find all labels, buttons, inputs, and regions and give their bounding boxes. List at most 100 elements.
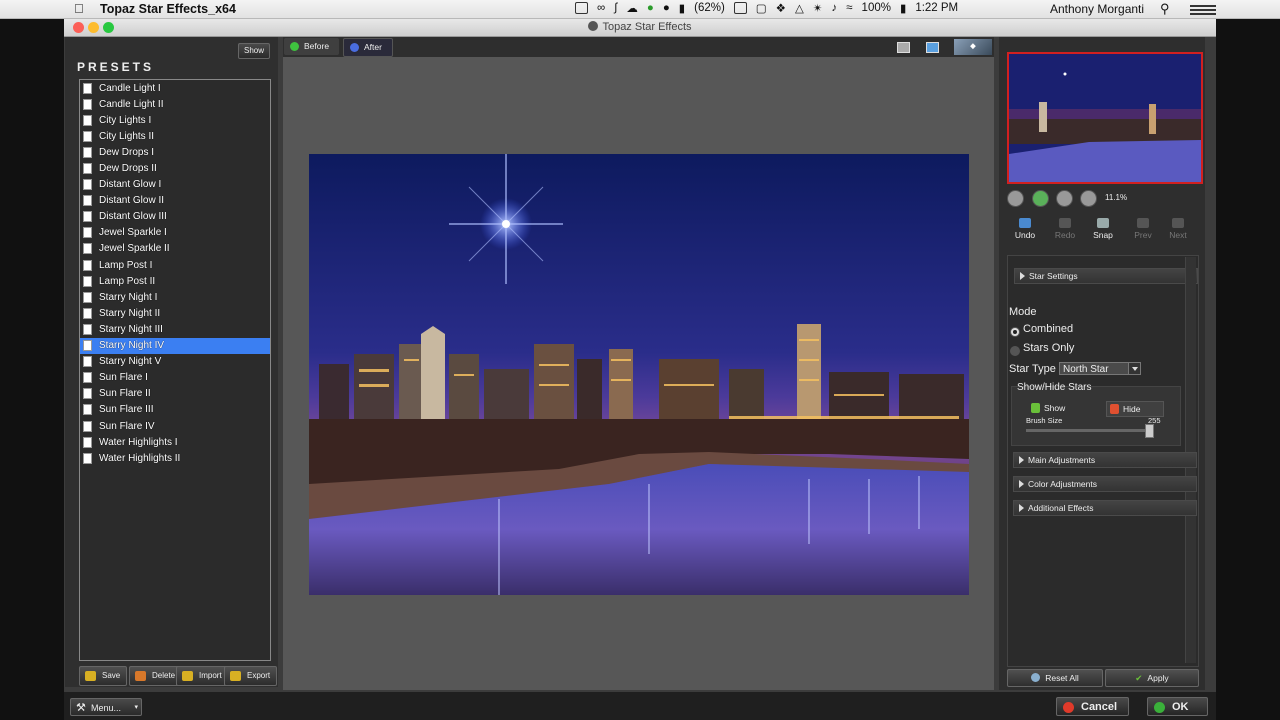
battery-charging-icon[interactable]: ▮ <box>900 1 906 15</box>
ok-button[interactable]: OK <box>1147 697 1208 716</box>
color-adjustments-header[interactable]: Color Adjustments <box>1013 476 1197 492</box>
volume-icon[interactable]: ♪ <box>831 2 837 14</box>
facetime-icon[interactable] <box>575 2 588 14</box>
preset-item[interactable]: Jewel Sparkle I <box>80 225 270 241</box>
preset-item[interactable]: Starry Night I <box>80 289 270 305</box>
growl-icon[interactable]: ● <box>663 2 670 14</box>
redo-button[interactable]: Redo <box>1049 218 1081 240</box>
menu-button[interactable]: ⚒ Menu... ▾ <box>70 698 142 716</box>
preset-item[interactable]: Water Highlights II <box>80 450 270 466</box>
save-preset-button[interactable]: Save <box>79 666 128 686</box>
preset-item[interactable]: City Lights II <box>80 128 270 144</box>
preset-item[interactable]: Starry Night III <box>80 321 270 337</box>
undo-icon <box>1019 218 1031 228</box>
mode-combined-radio[interactable] <box>1010 327 1020 337</box>
screenshot-icon[interactable]: ▢ <box>756 1 767 15</box>
preset-item[interactable]: Distant Glow I <box>80 177 270 193</box>
preset-item[interactable]: Sun Flare II <box>80 386 270 402</box>
show-presets-button[interactable]: Show <box>238 43 270 59</box>
tab-before[interactable]: Before <box>284 38 340 55</box>
vector-icon[interactable]: ∫ <box>614 2 617 14</box>
main-adjustments-header[interactable]: Main Adjustments <box>1013 452 1197 468</box>
show-hide-stars-label: Show/Hide Stars <box>1017 382 1092 393</box>
prev-button[interactable]: Prev <box>1127 218 1159 240</box>
single-view-icon[interactable] <box>897 42 910 53</box>
tab-after[interactable]: After <box>343 38 393 57</box>
bluetooth-icon[interactable]: ✴ <box>813 1 823 15</box>
zoom-fit-icon[interactable] <box>1056 190 1073 207</box>
preview-image[interactable] <box>309 154 969 595</box>
snap-icon <box>1097 218 1109 228</box>
additional-effects-label: Additional Effects <box>1028 503 1094 513</box>
preset-item[interactable]: Sun Flare IV <box>80 418 270 434</box>
reset-all-button[interactable]: Reset All <box>1007 669 1103 687</box>
preset-item[interactable]: Candle Light I <box>80 80 270 96</box>
document-icon <box>83 388 92 400</box>
wifi-icon[interactable]: ≈ <box>846 2 852 14</box>
zoom-in-icon[interactable] <box>1032 190 1049 207</box>
cancel-button[interactable]: Cancel <box>1056 697 1129 716</box>
split-view-icon[interactable] <box>926 42 939 53</box>
preset-list[interactable]: Candle Light I Candle Light II City Lights… <box>79 79 271 661</box>
zoom-actual-icon[interactable] <box>1080 190 1097 207</box>
preset-item[interactable]: Sun Flare III <box>80 402 270 418</box>
snap-button[interactable]: Snap <box>1087 218 1119 240</box>
brush-size-slider[interactable] <box>1026 424 1154 438</box>
clock[interactable]: 1:22 PM <box>915 2 958 14</box>
star-settings-header[interactable]: Star Settings <box>1014 268 1198 284</box>
next-button[interactable]: Next <box>1162 218 1194 240</box>
preset-item[interactable]: Dew Drops I <box>80 144 270 160</box>
chevron-down-icon <box>1128 363 1140 374</box>
star-type-select[interactable]: North Star <box>1059 362 1141 375</box>
creative-cloud-icon[interactable]: ∞ <box>597 2 605 14</box>
after-dot-icon <box>350 43 359 52</box>
before-dot-icon <box>290 42 299 51</box>
preset-item-label: Jewel Sparkle I <box>99 227 167 239</box>
show-stars-button[interactable]: Show <box>1028 401 1065 415</box>
export-preset-button[interactable]: Export <box>224 666 278 686</box>
preset-item-label: Distant Glow II <box>99 195 165 207</box>
preset-item-label: Starry Night II <box>99 307 161 319</box>
preset-item[interactable]: Candle Light II <box>80 96 270 112</box>
navigator-thumbnail[interactable] <box>1007 52 1203 184</box>
user-name[interactable]: Anthony Morganti <box>1050 2 1144 16</box>
preset-item[interactable]: Distant Glow II <box>80 193 270 209</box>
preset-item[interactable]: Water Highlights I <box>80 434 270 450</box>
cloud-icon[interactable]: ☁ <box>626 1 638 15</box>
preset-item[interactable]: Starry Night II <box>80 305 270 321</box>
preset-item[interactable]: Starry Night IV <box>80 337 270 354</box>
mode-label: Mode <box>1009 306 1037 318</box>
preset-item-label: Distant Glow III <box>99 211 167 223</box>
apple-menu-icon[interactable]:  <box>74 1 84 16</box>
document-icon <box>83 163 92 175</box>
evernote-icon[interactable]: ● <box>647 2 654 14</box>
apply-button[interactable]: ✔ Apply <box>1105 669 1199 687</box>
battery-icon[interactable]: ▮ <box>679 1 685 15</box>
spotlight-search-icon[interactable]: ⚲ <box>1160 1 1170 17</box>
show-stars-label: Show <box>1044 403 1066 413</box>
delete-preset-button[interactable]: Delete <box>129 666 183 686</box>
document-icon <box>83 259 92 271</box>
undo-button[interactable]: Undo <box>1009 218 1041 240</box>
dropbox-icon[interactable]: ❖ <box>776 1 786 15</box>
app-menu-name[interactable]: Topaz Star Effects_x64 <box>100 2 236 16</box>
hide-stars-button[interactable]: Hide <box>1106 401 1164 417</box>
preset-item[interactable]: Sun Flare I <box>80 370 270 386</box>
preset-item[interactable]: Dew Drops II <box>80 160 270 176</box>
mode-stars-only-radio[interactable] <box>1010 346 1020 356</box>
document-icon <box>83 404 92 416</box>
notification-center-icon[interactable] <box>1190 3 1216 15</box>
import-preset-button[interactable]: Import <box>176 666 229 686</box>
brush-size-slider-thumb[interactable] <box>1145 424 1154 438</box>
preset-item[interactable]: Jewel Sparkle II <box>80 241 270 257</box>
preset-item[interactable]: Lamp Post II <box>80 273 270 289</box>
zoom-out-icon[interactable] <box>1007 190 1024 207</box>
preset-item[interactable]: Lamp Post I <box>80 257 270 273</box>
screen-icon[interactable] <box>733 2 747 14</box>
preset-item-label: Starry Night V <box>99 356 162 368</box>
preset-item[interactable]: City Lights I <box>80 112 270 128</box>
preset-item[interactable]: Distant Glow III <box>80 209 270 225</box>
additional-effects-header[interactable]: Additional Effects <box>1013 500 1197 516</box>
preset-item[interactable]: Starry Night V <box>80 354 270 370</box>
airplay-icon[interactable]: △ <box>795 1 804 15</box>
